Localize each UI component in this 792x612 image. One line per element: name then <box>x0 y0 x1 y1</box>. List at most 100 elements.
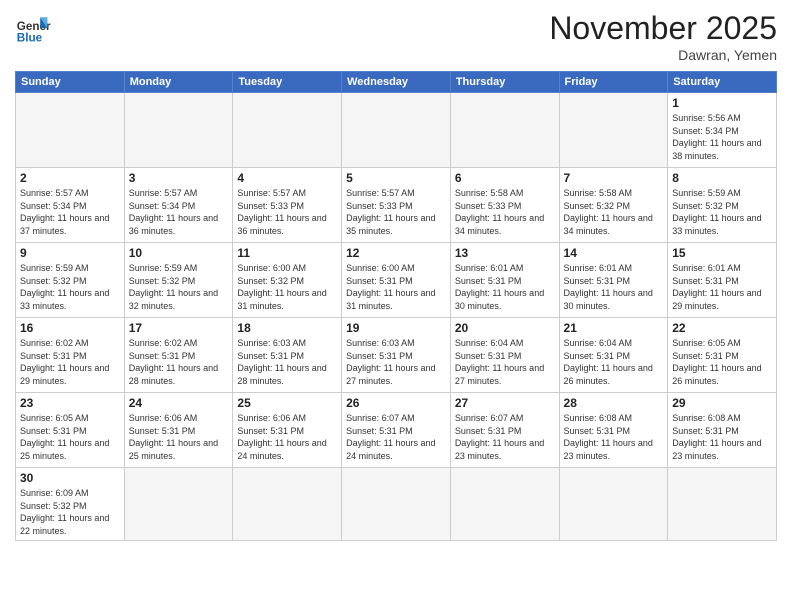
week-row-5: 23 Sunrise: 6:05 AM Sunset: 5:31 PM Dayli… <box>16 393 777 468</box>
day-number: 14 <box>564 246 664 260</box>
calendar-cell <box>559 93 668 168</box>
day-number: 25 <box>237 396 337 410</box>
day-number: 20 <box>455 321 555 335</box>
day-number: 8 <box>672 171 772 185</box>
calendar-cell: 17Sunrise: 6:02 AM Sunset: 5:31 PM Dayli… <box>124 318 233 393</box>
day-info: Sunrise: 6:08 AM Sunset: 5:31 PM Dayligh… <box>564 412 664 462</box>
day-info: Sunrise: 5:59 AM Sunset: 5:32 PM Dayligh… <box>129 262 229 312</box>
day-info: Sunrise: 5:58 AM Sunset: 5:33 PM Dayligh… <box>455 187 555 237</box>
day-number: 6 <box>455 171 555 185</box>
svg-text:Blue: Blue <box>17 32 43 45</box>
calendar-cell: 29 Sunrise: 6:08 AM Sunset: 5:31 PM Dayli… <box>668 393 777 468</box>
calendar-table: SundayMondayTuesdayWednesdayThursdayFrid… <box>15 71 777 541</box>
day-info: Sunrise: 6:00 AM Sunset: 5:32 PM Dayligh… <box>237 262 337 312</box>
day-info: Sunrise: 6:02 AM Sunset: 5:31 PM Dayligh… <box>20 337 120 387</box>
day-number: 23 <box>20 396 120 410</box>
calendar-cell: 21Sunrise: 6:04 AM Sunset: 5:31 PM Dayli… <box>559 318 668 393</box>
calendar-cell <box>342 93 451 168</box>
weekday-header-friday: Friday <box>559 72 668 93</box>
weekday-header-saturday: Saturday <box>668 72 777 93</box>
calendar-cell: 13 Sunrise: 6:01 AM Sunset: 5:31 PM Dayli… <box>450 243 559 318</box>
day-info: Sunrise: 5:57 AM Sunset: 5:33 PM Dayligh… <box>237 187 337 237</box>
day-info: Sunrise: 6:04 AM Sunset: 5:31 PM Dayligh… <box>455 337 555 387</box>
calendar-cell: 16Sunrise: 6:02 AM Sunset: 5:31 PM Dayli… <box>16 318 125 393</box>
day-number: 4 <box>237 171 337 185</box>
calendar-cell <box>233 93 342 168</box>
calendar-cell: 30 Sunrise: 6:09 AM Sunset: 5:32 PM Dayli… <box>16 468 125 541</box>
logo: General Blue <box>15 10 51 46</box>
day-info: Sunrise: 5:58 AM Sunset: 5:32 PM Dayligh… <box>564 187 664 237</box>
day-info: Sunrise: 6:08 AM Sunset: 5:31 PM Dayligh… <box>672 412 772 462</box>
day-number: 24 <box>129 396 229 410</box>
day-info: Sunrise: 6:05 AM Sunset: 5:31 PM Dayligh… <box>20 412 120 462</box>
day-info: Sunrise: 6:07 AM Sunset: 5:31 PM Dayligh… <box>455 412 555 462</box>
logo-icon: General Blue <box>15 10 51 46</box>
day-info: Sunrise: 6:00 AM Sunset: 5:31 PM Dayligh… <box>346 262 446 312</box>
calendar-cell: 3Sunrise: 5:57 AM Sunset: 5:34 PM Daylig… <box>124 168 233 243</box>
day-info: Sunrise: 6:09 AM Sunset: 5:32 PM Dayligh… <box>20 487 120 537</box>
day-info: Sunrise: 6:06 AM Sunset: 5:31 PM Dayligh… <box>129 412 229 462</box>
month-title: November 2025 <box>549 10 777 47</box>
calendar-cell: 23 Sunrise: 6:05 AM Sunset: 5:31 PM Dayli… <box>16 393 125 468</box>
calendar-cell: 7 Sunrise: 5:58 AM Sunset: 5:32 PM Daylig… <box>559 168 668 243</box>
day-number: 30 <box>20 471 120 485</box>
day-number: 7 <box>564 171 664 185</box>
calendar-cell <box>233 468 342 541</box>
day-number: 22 <box>672 321 772 335</box>
day-number: 29 <box>672 396 772 410</box>
day-info: Sunrise: 5:56 AM Sunset: 5:34 PM Dayligh… <box>672 112 772 162</box>
calendar-cell <box>668 468 777 541</box>
weekday-header-monday: Monday <box>124 72 233 93</box>
calendar-cell <box>16 93 125 168</box>
weekday-header-thursday: Thursday <box>450 72 559 93</box>
calendar-cell: 15Sunrise: 6:01 AM Sunset: 5:31 PM Dayli… <box>668 243 777 318</box>
day-number: 15 <box>672 246 772 260</box>
calendar-cell: 12Sunrise: 6:00 AM Sunset: 5:31 PM Dayli… <box>342 243 451 318</box>
calendar-cell: 8 Sunrise: 5:59 AM Sunset: 5:32 PM Daylig… <box>668 168 777 243</box>
calendar-cell: 6 Sunrise: 5:58 AM Sunset: 5:33 PM Daylig… <box>450 168 559 243</box>
day-info: Sunrise: 6:03 AM Sunset: 5:31 PM Dayligh… <box>346 337 446 387</box>
weekday-header-row: SundayMondayTuesdayWednesdayThursdayFrid… <box>16 72 777 93</box>
day-info: Sunrise: 5:57 AM Sunset: 5:34 PM Dayligh… <box>20 187 120 237</box>
calendar-cell: 5Sunrise: 5:57 AM Sunset: 5:33 PM Daylig… <box>342 168 451 243</box>
day-number: 19 <box>346 321 446 335</box>
week-row-6: 30 Sunrise: 6:09 AM Sunset: 5:32 PM Dayli… <box>16 468 777 541</box>
day-info: Sunrise: 6:01 AM Sunset: 5:31 PM Dayligh… <box>455 262 555 312</box>
day-number: 3 <box>129 171 229 185</box>
weekday-header-sunday: Sunday <box>16 72 125 93</box>
day-info: Sunrise: 6:06 AM Sunset: 5:31 PM Dayligh… <box>237 412 337 462</box>
weekday-header-tuesday: Tuesday <box>233 72 342 93</box>
calendar-cell: 4 Sunrise: 5:57 AM Sunset: 5:33 PM Daylig… <box>233 168 342 243</box>
day-number: 17 <box>129 321 229 335</box>
day-number: 1 <box>672 96 772 110</box>
week-row-4: 16Sunrise: 6:02 AM Sunset: 5:31 PM Dayli… <box>16 318 777 393</box>
day-number: 11 <box>237 246 337 260</box>
calendar-cell: 10 Sunrise: 5:59 AM Sunset: 5:32 PM Dayli… <box>124 243 233 318</box>
calendar-cell: 11 Sunrise: 6:00 AM Sunset: 5:32 PM Dayli… <box>233 243 342 318</box>
calendar-cell: 20 Sunrise: 6:04 AM Sunset: 5:31 PM Dayli… <box>450 318 559 393</box>
week-row-2: 2Sunrise: 5:57 AM Sunset: 5:34 PM Daylig… <box>16 168 777 243</box>
calendar-cell: 9Sunrise: 5:59 AM Sunset: 5:32 PM Daylig… <box>16 243 125 318</box>
day-info: Sunrise: 6:05 AM Sunset: 5:31 PM Dayligh… <box>672 337 772 387</box>
day-number: 18 <box>237 321 337 335</box>
calendar-cell <box>450 93 559 168</box>
day-info: Sunrise: 5:59 AM Sunset: 5:32 PM Dayligh… <box>672 187 772 237</box>
day-number: 13 <box>455 246 555 260</box>
calendar-cell <box>342 468 451 541</box>
day-info: Sunrise: 6:04 AM Sunset: 5:31 PM Dayligh… <box>564 337 664 387</box>
calendar-cell: 14Sunrise: 6:01 AM Sunset: 5:31 PM Dayli… <box>559 243 668 318</box>
day-number: 28 <box>564 396 664 410</box>
page-header: General Blue November 2025 Dawran, Yemen <box>15 10 777 63</box>
calendar-cell: 25 Sunrise: 6:06 AM Sunset: 5:31 PM Dayli… <box>233 393 342 468</box>
calendar-cell: 19 Sunrise: 6:03 AM Sunset: 5:31 PM Dayli… <box>342 318 451 393</box>
calendar-cell <box>559 468 668 541</box>
calendar-cell <box>124 93 233 168</box>
week-row-1: 1 Sunrise: 5:56 AM Sunset: 5:34 PM Daylig… <box>16 93 777 168</box>
day-info: Sunrise: 5:59 AM Sunset: 5:32 PM Dayligh… <box>20 262 120 312</box>
day-number: 10 <box>129 246 229 260</box>
calendar-cell: 2Sunrise: 5:57 AM Sunset: 5:34 PM Daylig… <box>16 168 125 243</box>
calendar-cell: 26Sunrise: 6:07 AM Sunset: 5:31 PM Dayli… <box>342 393 451 468</box>
day-number: 27 <box>455 396 555 410</box>
calendar-cell: 1 Sunrise: 5:56 AM Sunset: 5:34 PM Daylig… <box>668 93 777 168</box>
calendar-cell: 27 Sunrise: 6:07 AM Sunset: 5:31 PM Dayli… <box>450 393 559 468</box>
